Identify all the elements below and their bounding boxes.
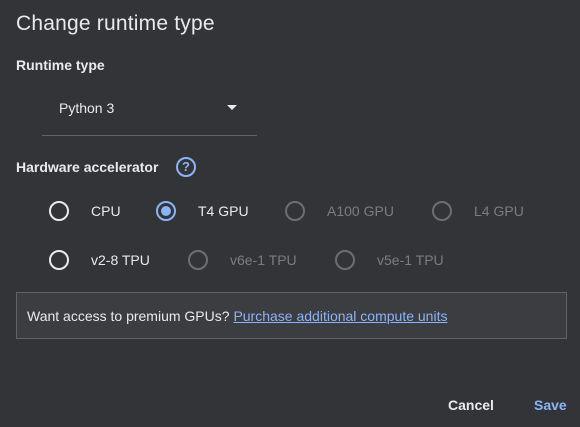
radio-label-v5e-1-tpu: v5e-1 TPU xyxy=(377,252,444,268)
radio-option-v5e-1-tpu[interactable]: v5e-1 TPU xyxy=(335,248,444,272)
change-runtime-dialog: Change runtime type Runtime type Python … xyxy=(0,0,580,427)
hardware-accelerator-label: Hardware accelerator xyxy=(16,159,159,175)
radio-option-a100-gpu[interactable]: A100 GPU xyxy=(285,199,394,223)
radio-label-t4-gpu: T4 GPU xyxy=(198,203,249,219)
dropdown-arrow-icon xyxy=(227,105,237,110)
help-icon[interactable]: ? xyxy=(176,157,196,177)
radio-label-cpu: CPU xyxy=(91,203,121,219)
radio-label-v2-8-tpu: v2-8 TPU xyxy=(91,252,150,268)
radio-label-v6e-1-tpu: v6e-1 TPU xyxy=(230,252,297,268)
radio-option-cpu[interactable]: CPU xyxy=(49,199,121,223)
premium-gpu-notice: Want access to premium GPUs? Purchase ad… xyxy=(16,292,567,339)
radio-option-t4-gpu[interactable]: T4 GPU xyxy=(156,199,249,223)
runtime-type-select[interactable]: Python 3 xyxy=(42,88,257,136)
runtime-type-label: Runtime type xyxy=(16,57,105,73)
notice-text: Want access to premium GPUs? xyxy=(27,308,230,324)
radio-button-icon xyxy=(49,201,69,221)
dialog-title: Change runtime type xyxy=(16,12,215,35)
radio-button-icon xyxy=(156,201,176,221)
radio-label-l4-gpu: L4 GPU xyxy=(474,203,524,219)
radio-button-icon xyxy=(188,250,208,270)
radio-button-icon xyxy=(432,201,452,221)
purchase-compute-units-link[interactable]: Purchase additional compute units xyxy=(233,308,447,324)
radio-button-icon xyxy=(49,250,69,270)
save-button[interactable]: Save xyxy=(534,396,567,414)
radio-option-l4-gpu[interactable]: L4 GPU xyxy=(432,199,524,223)
radio-button-icon xyxy=(285,201,305,221)
cancel-button[interactable]: Cancel xyxy=(448,396,494,414)
runtime-type-value: Python 3 xyxy=(59,100,115,116)
radio-button-icon xyxy=(335,250,355,270)
radio-option-v6e-1-tpu[interactable]: v6e-1 TPU xyxy=(188,248,297,272)
radio-option-v2-8-tpu[interactable]: v2-8 TPU xyxy=(49,248,150,272)
radio-label-a100-gpu: A100 GPU xyxy=(327,203,394,219)
